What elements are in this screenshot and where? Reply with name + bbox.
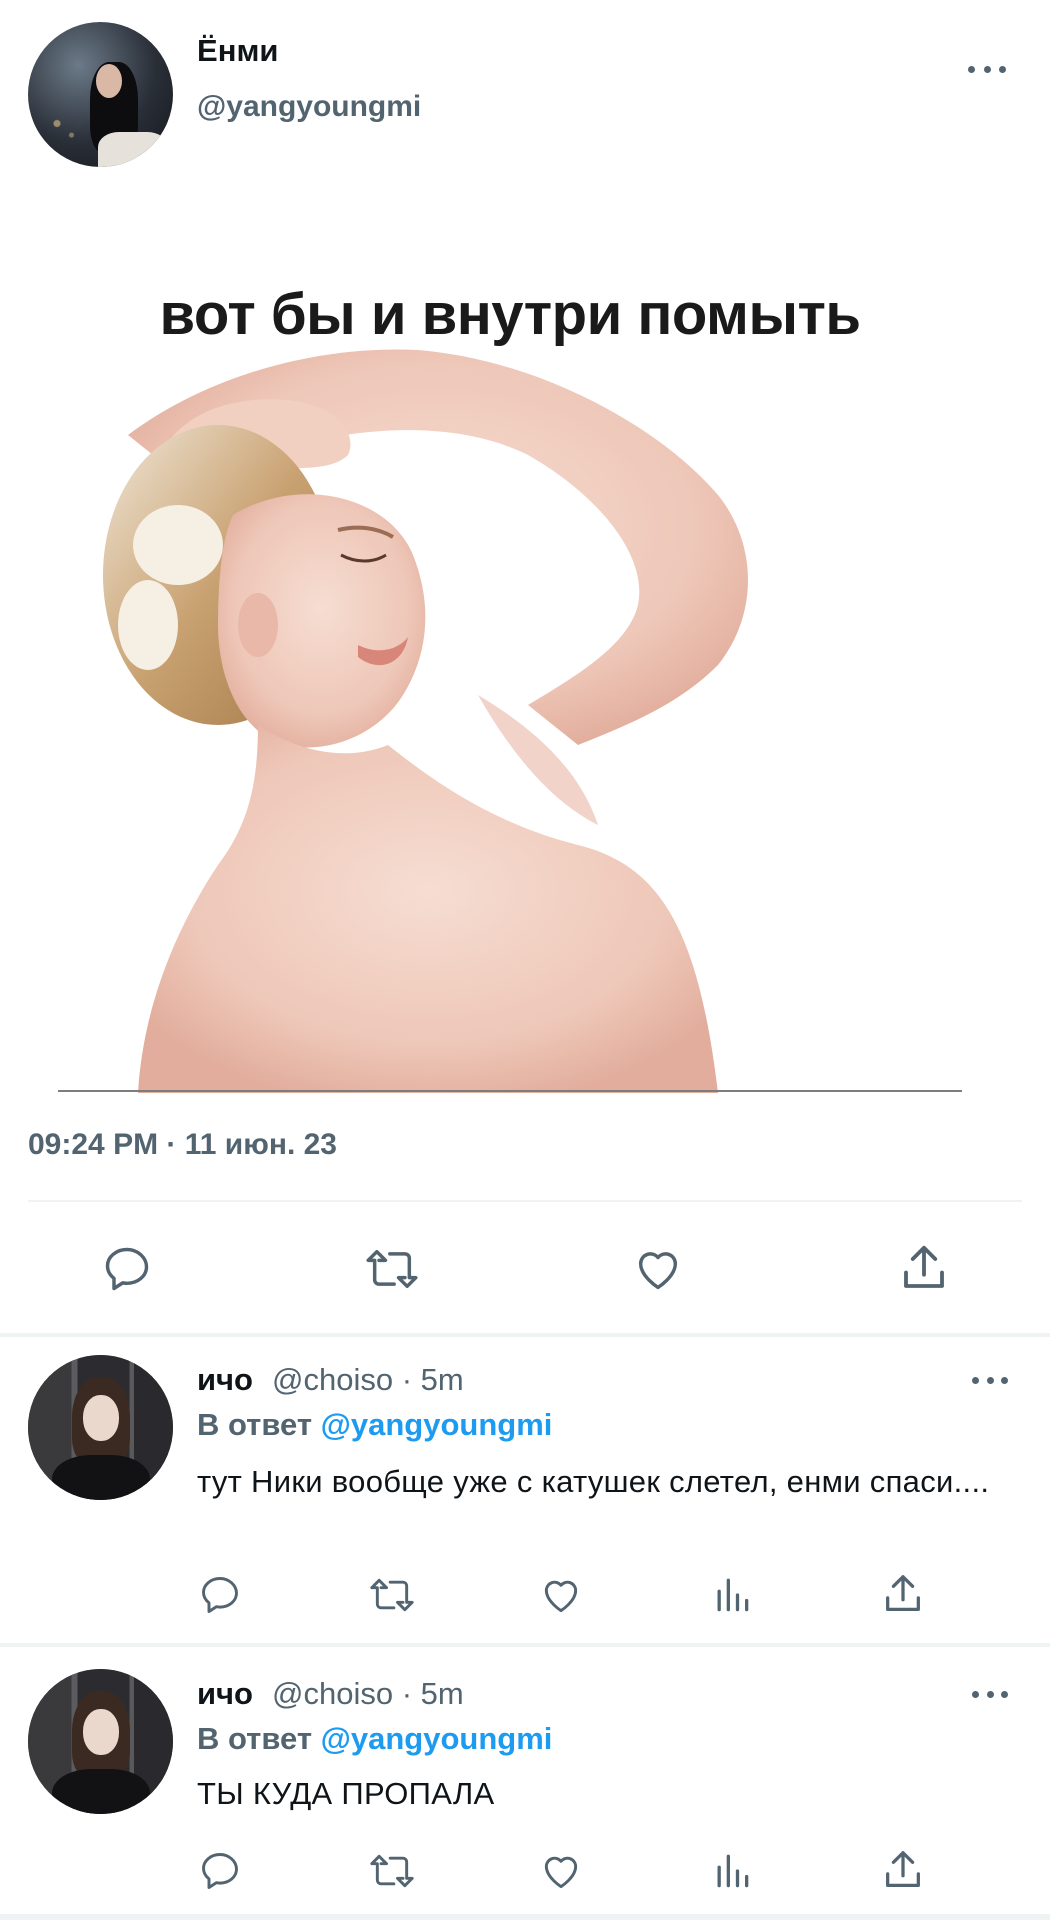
reply-context: В ответ @yangyoungmi: [197, 1721, 552, 1757]
reply-icon[interactable]: [197, 1573, 243, 1617]
tweet-timestamp[interactable]: 09:24 PM · 11 июн. 23: [28, 1128, 337, 1162]
tweet-separator: [0, 1914, 1050, 1920]
tweet-separator: [0, 1643, 1050, 1647]
more-options-icon[interactable]: [972, 1368, 1008, 1392]
author-meta: @choiso · 5m: [272, 1362, 464, 1397]
author-handle[interactable]: @choiso: [272, 1676, 393, 1711]
reply-prefix: В ответ: [197, 1721, 313, 1756]
avatar[interactable]: [28, 22, 173, 167]
reply-icon[interactable]: [100, 1243, 154, 1295]
author-meta: @choiso · 5m: [272, 1676, 464, 1711]
author-handle[interactable]: @yangyoungmi: [197, 90, 421, 124]
avatar[interactable]: [28, 1669, 173, 1814]
like-icon[interactable]: [538, 1849, 584, 1893]
reply-time[interactable]: 5m: [421, 1362, 464, 1397]
more-options-icon[interactable]: [972, 1682, 1008, 1706]
analytics-icon[interactable]: [710, 1573, 754, 1617]
author-name[interactable]: Ёнми: [197, 33, 278, 69]
share-icon[interactable]: [880, 1847, 926, 1893]
like-icon[interactable]: [630, 1243, 686, 1295]
retweet-icon[interactable]: [366, 1849, 418, 1893]
author-handle[interactable]: @choiso: [272, 1362, 393, 1397]
meme-photo: [103, 349, 748, 1093]
reply-text: тут Ники вообще уже с катушек слетел, ен…: [197, 1464, 990, 1499]
reply-prefix: В ответ: [197, 1407, 313, 1442]
tweet-separator: [0, 1333, 1050, 1337]
share-icon[interactable]: [897, 1241, 951, 1295]
tweet-thread: Ёнми @yangyoungmi вот бы и внутри помыть: [0, 0, 1050, 1920]
share-icon[interactable]: [880, 1571, 926, 1617]
avatar[interactable]: [28, 1355, 173, 1500]
more-options-icon[interactable]: [968, 57, 1006, 81]
analytics-icon[interactable]: [710, 1849, 754, 1893]
retweet-icon[interactable]: [362, 1243, 422, 1295]
like-icon[interactable]: [538, 1573, 584, 1617]
reply-text: ТЫ КУДА ПРОПАЛА: [197, 1776, 495, 1811]
retweet-icon[interactable]: [366, 1573, 418, 1617]
reply-mention-link[interactable]: @yangyoungmi: [321, 1407, 553, 1442]
tweet-image[interactable]: вот бы и внутри помыть: [58, 225, 962, 1093]
image-bottom-line: [58, 1090, 962, 1092]
reply-icon[interactable]: [197, 1849, 243, 1893]
reply-mention-link[interactable]: @yangyoungmi: [321, 1721, 553, 1756]
main-tweet: Ёнми @yangyoungmi вот бы и внутри помыть: [0, 0, 1050, 1335]
author-name[interactable]: ичо: [197, 1676, 253, 1712]
reply-context: В ответ @yangyoungmi: [197, 1407, 552, 1443]
reply-time[interactable]: 5m: [421, 1676, 464, 1711]
divider: [28, 1200, 1022, 1202]
author-name[interactable]: ичо: [197, 1362, 253, 1398]
